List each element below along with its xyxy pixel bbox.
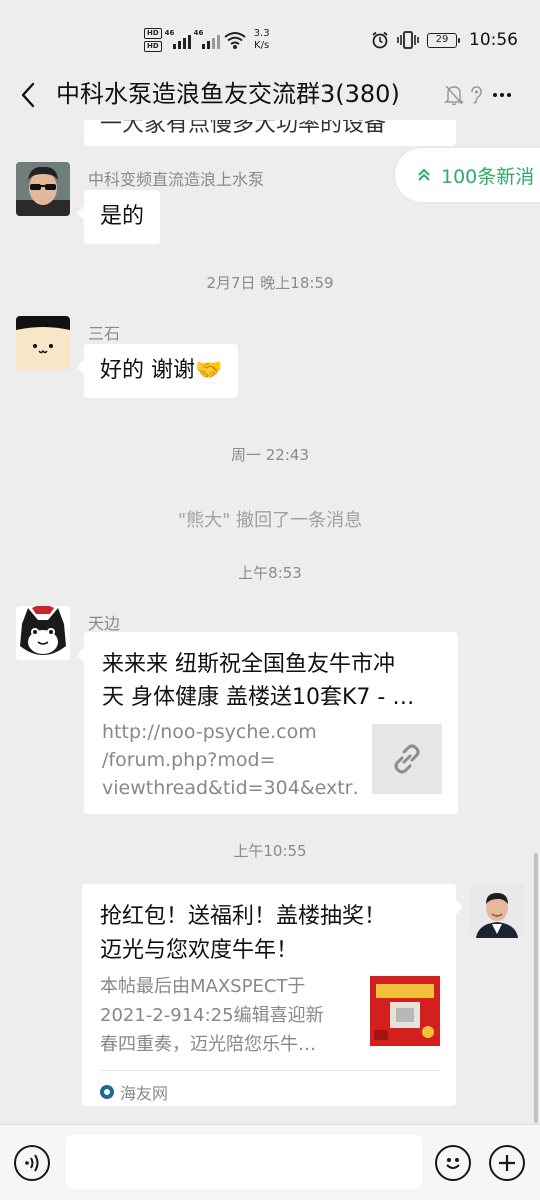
- status-bar: HD HD 46 46 3.3 K/s 29 10:56: [0, 0, 540, 78]
- earpiece-icon: [471, 86, 482, 104]
- vibrate-icon: [397, 31, 419, 49]
- dot-icon: [500, 93, 504, 97]
- link-card[interactable]: 来来来 纽斯祝全国鱼友牛市冲 天 身体健康 盖楼送10套K7 - … http:…: [77, 632, 458, 814]
- link-title-line-1: 来来来 纽斯祝全国鱼友牛市冲: [102, 652, 395, 677]
- article-source-name: 海友网: [120, 1084, 169, 1103]
- article-card[interactable]: 抢红包！送福利！盖楼抽奖！ 迈光与您欢度牛年！ 本帖最后由MAXSPECT于 2…: [82, 884, 463, 1106]
- avatar-sender-3[interactable]: [16, 606, 70, 660]
- message-input[interactable]: [66, 1135, 422, 1189]
- chat-area[interactable]: 一大家有点慢多大功率的设备 中科变频直流造浪上水泵 是的 100条新消 2月7日…: [0, 120, 540, 1124]
- article-title-line-2: 迈光与您欢度牛年！: [100, 938, 299, 963]
- mute-bell-icon: [444, 85, 464, 106]
- wifi-icon: [224, 32, 246, 49]
- sender-name: 中科变频直流造浪上水泵: [88, 170, 265, 189]
- message-bubble[interactable]: 是的: [77, 190, 161, 244]
- signal-1-icon: 46: [165, 29, 191, 51]
- avatar-sender-2[interactable]: [16, 316, 70, 370]
- more-options-button[interactable]: [488, 82, 516, 108]
- signal-2-icon: 46: [194, 29, 220, 51]
- speed-unit: K/s: [254, 40, 270, 51]
- divider: [100, 1070, 440, 1071]
- link-title: 来来来 纽斯祝全国鱼友牛市冲 天 身体健康 盖楼送10套K7 - …: [102, 648, 448, 714]
- article-description: 本帖最后由MAXSPECT于 2021-2-914:25编辑喜迎新 春四重奏，迈…: [100, 972, 356, 1059]
- dot-icon: [507, 93, 511, 97]
- chevron-left-icon: [21, 82, 35, 108]
- link-title-line-2: 天 身体健康 盖楼送10套K7 - …: [102, 685, 415, 710]
- hd-badge-2: HD: [144, 41, 162, 52]
- alarm-icon: [372, 31, 388, 49]
- timestamp: 上午10:55: [233, 842, 307, 860]
- system-message: "熊大" 撤回了一条消息: [177, 510, 363, 531]
- article-source: 海友网: [100, 1080, 168, 1104]
- plus-icon: [499, 1155, 515, 1171]
- new-messages-button[interactable]: 100条新消: [395, 148, 540, 202]
- scroll-indicator[interactable]: [534, 853, 538, 1123]
- message-text: 好的 谢谢🤝: [100, 358, 223, 383]
- link-url-line-1: http://noo-psyche.com: [102, 721, 317, 743]
- article-desc-line-3: 春四重奏，迈光陪您乐牛…: [100, 1034, 316, 1055]
- add-button[interactable]: [489, 1145, 525, 1181]
- hd-badges: HD HD: [144, 28, 162, 52]
- status-right: 29 10:56: [371, 28, 518, 52]
- timestamp: 上午8:53: [238, 564, 302, 582]
- chat-title: 中科水泵造浪鱼友交流群3(380): [56, 80, 400, 108]
- input-bar: [0, 1124, 540, 1200]
- link-url-line-3: viewthread&tid=304&extr…: [102, 777, 358, 799]
- avatar-self[interactable]: [470, 884, 524, 938]
- emoji-icon: [446, 1158, 460, 1169]
- sender-name: 三石: [88, 324, 121, 343]
- link-url: http://noo-psyche.com /forum.php?mod= vi…: [102, 718, 358, 802]
- status-left: HD HD 46 46 3.3 K/s: [144, 24, 270, 56]
- message-bubble[interactable]: 好的 谢谢🤝: [77, 344, 239, 398]
- article-thumbnail: [370, 976, 440, 1046]
- avatar-sender-1[interactable]: [16, 162, 70, 216]
- link-url-line-2: /forum.php?mod=: [102, 749, 276, 771]
- message-text: 是的: [100, 204, 145, 229]
- double-chevron-up-icon: [418, 168, 430, 181]
- emoji-button[interactable]: [435, 1145, 471, 1181]
- article-desc-line-1: 本帖最后由MAXSPECT于: [100, 976, 306, 997]
- speed-value: 3.3: [253, 28, 270, 39]
- nav-bar: 中科水泵造浪鱼友交流群3(380): [0, 70, 540, 120]
- source-logo-icon: [100, 1085, 114, 1099]
- network-speed: 3.3 K/s: [254, 28, 270, 52]
- battery-icon: 29: [427, 32, 460, 48]
- previous-message-fragment: 一大家有点慢多大功率的设备: [100, 120, 387, 137]
- timestamp: 2月7日 晚上18:59: [206, 274, 334, 292]
- article-title: 抢红包！送福利！盖楼抽奖！ 迈光与您欢度牛年！: [100, 900, 440, 968]
- previous-message-bubble[interactable]: 一大家有点慢多大功率的设备: [84, 120, 456, 146]
- status-time: 10:56: [469, 30, 518, 50]
- voice-icon: [25, 1154, 39, 1172]
- hd-badge-1: HD: [144, 28, 162, 39]
- timestamp: 周一 22:43: [231, 446, 309, 464]
- link-icon: [394, 744, 420, 774]
- article-desc-line-2: 2021-2-914:25编辑喜迎新: [100, 1005, 324, 1026]
- link-thumbnail: [372, 724, 442, 794]
- article-title-line-1: 抢红包！送福利！盖楼抽奖！: [100, 904, 387, 929]
- dot-icon: [493, 93, 497, 97]
- sender-name: 天边: [88, 614, 121, 633]
- new-messages-label: 100条新消: [441, 165, 535, 188]
- voice-button[interactable]: [14, 1145, 50, 1181]
- back-button[interactable]: [14, 80, 42, 110]
